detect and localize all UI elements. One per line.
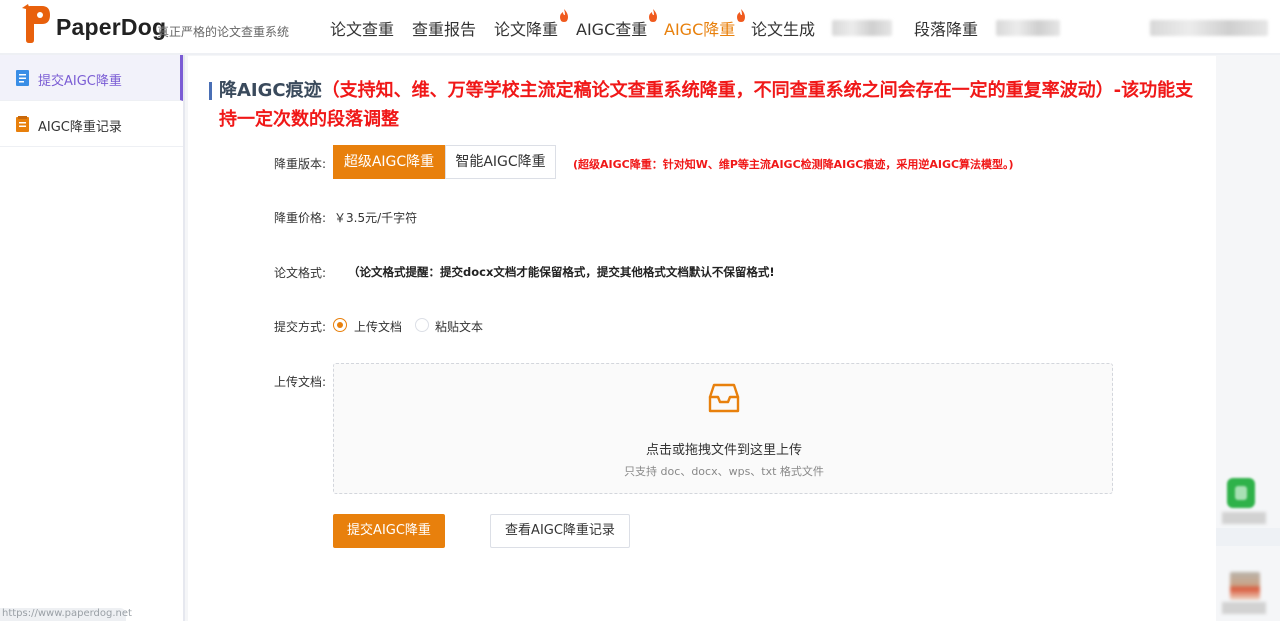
price-value: ￥3.5元/千字符 xyxy=(334,211,418,225)
float-label-blurred xyxy=(1222,512,1266,524)
page-title-note: （支持知、维、万等学校主流定稿论文查重系统降重，不同查重系统之间会存在一定的重复… xyxy=(219,80,1194,130)
version-smart-aigc-button[interactable]: 智能AIGC降重 xyxy=(445,145,556,179)
nav-item-blurred[interactable] xyxy=(996,20,1060,36)
float-divider xyxy=(1216,528,1280,546)
nav-item-check-report[interactable]: 查重报告 xyxy=(412,16,476,40)
nav-item-paragraph-rewrite[interactable]: 段落降重 xyxy=(914,16,978,40)
service-avatar[interactable] xyxy=(1230,572,1260,600)
page-title: 降AIGC痕迹（支持知、维、万等学校主流定稿论文查重系统降重，不同查重系统之间会… xyxy=(219,76,1209,134)
radio-upload-document[interactable] xyxy=(333,318,347,332)
brand-name[interactable]: PaperDog xyxy=(56,14,166,41)
version-label: 降重版本: xyxy=(274,157,327,171)
inbox-icon xyxy=(708,383,740,413)
upload-label: 上传文档: xyxy=(274,375,327,389)
float-label-blurred xyxy=(1222,602,1266,614)
upload-instruction: 点击或拖拽文件到这里上传 xyxy=(645,443,802,458)
document-icon xyxy=(16,70,29,86)
submit-method-label: 提交方式: xyxy=(274,320,327,334)
paperdog-logo-icon[interactable] xyxy=(20,4,54,44)
sidebar: 提交AIGC降重 AIGC降重记录 xyxy=(0,55,185,621)
upload-dropzone[interactable]: 点击或拖拽文件到这里上传 只支持 doc、docx、wps、txt 格式文件 xyxy=(333,363,1113,494)
nav-item-aigc-check[interactable]: AIGC查重 xyxy=(576,9,658,40)
sidebar-item-aigc-records[interactable]: AIGC降重记录 xyxy=(0,101,183,147)
upload-format-hint: 只支持 doc、docx、wps、txt 格式文件 xyxy=(624,465,824,478)
sidebar-item-label: 提交AIGC降重 xyxy=(38,74,122,89)
main-content: 降AIGC痕迹（支持知、维、万等学校主流定稿论文查重系统降重，不同查重系统之间会… xyxy=(188,56,1216,621)
nav-item-paper-rewrite[interactable]: 论文降重 xyxy=(494,9,569,40)
format-note: （论文格式提醒：提交docx文档才能保留格式，提交其他格式文档默认不保留格式! xyxy=(348,265,775,279)
title-accent-bar xyxy=(209,82,212,100)
format-label: 论文格式: xyxy=(274,266,327,280)
view-records-button[interactable]: 查看AIGC降重记录 xyxy=(490,514,630,548)
status-url-hint: https://www.paperdog.net xyxy=(0,608,132,621)
price-label: 降重价格: xyxy=(274,211,327,225)
flame-icon xyxy=(649,9,658,22)
radio-paste-text-label[interactable]: 粘贴文本 xyxy=(435,318,483,335)
user-account-blurred[interactable] xyxy=(1150,20,1268,36)
nav-item-paper-check[interactable]: 论文查重 xyxy=(330,16,394,40)
top-header: PaperDog 真正严格的论文查重系统 论文查重 查重报告 论文降重 AIGC… xyxy=(0,0,1280,55)
radio-paste-text[interactable] xyxy=(415,318,429,332)
nav-item-blurred[interactable] xyxy=(832,20,892,36)
version-note: (超级AIGC降重：针对知W、维P等主流AIGC检测降AIGC痕迹，采用逆AIG… xyxy=(573,158,1014,171)
nav-item-aigc-rewrite[interactable]: AIGC降重 xyxy=(664,9,746,40)
flame-icon xyxy=(737,9,746,22)
radio-upload-document-label[interactable]: 上传文档 xyxy=(354,318,402,335)
submit-aigc-button[interactable]: 提交AIGC降重 xyxy=(333,514,445,548)
page-title-main: 降AIGC痕迹 xyxy=(219,80,322,101)
sidebar-item-submit-aigc[interactable]: 提交AIGC降重 xyxy=(0,55,183,101)
flame-icon xyxy=(560,9,569,22)
wechat-icon[interactable] xyxy=(1227,478,1255,508)
version-super-aigc-button[interactable]: 超级AIGC降重 xyxy=(333,145,445,179)
record-book-icon xyxy=(16,116,29,132)
sidebar-item-label: AIGC降重记录 xyxy=(38,120,122,135)
nav-item-paper-generate[interactable]: 论文生成 xyxy=(751,16,815,40)
brand-slogan: 真正严格的论文查重系统 xyxy=(157,25,290,39)
